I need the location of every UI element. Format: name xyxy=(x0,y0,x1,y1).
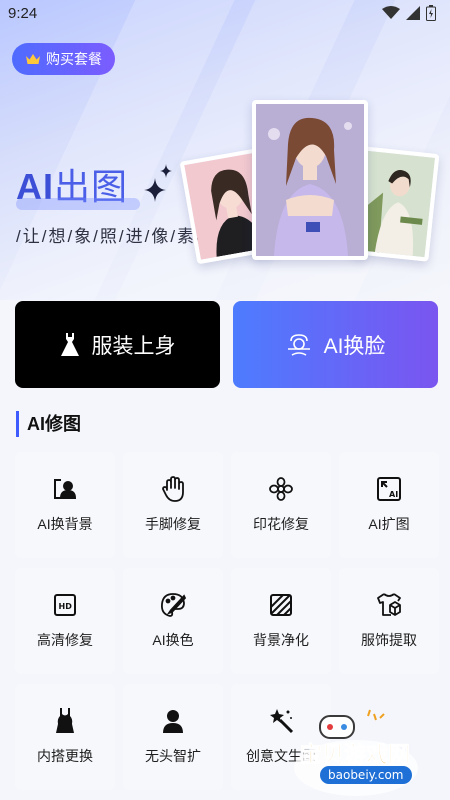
ai-faceswap-label: AI换脸 xyxy=(323,334,386,358)
watermark-title: 宝贝游戏网 xyxy=(300,742,410,768)
battery-icon xyxy=(426,5,436,21)
tool-ai-background[interactable]: AI换背景 xyxy=(15,452,115,558)
tool-label: AI扩图 xyxy=(368,516,410,532)
hand-icon xyxy=(160,476,186,502)
crown-icon xyxy=(26,54,40,64)
tool-print-repair[interactable]: 印花修复 xyxy=(231,452,331,558)
hero-title-underline xyxy=(16,198,140,210)
status-time: 9:24 xyxy=(8,4,38,22)
wifi-icon xyxy=(382,6,400,19)
svg-text:HD: HD xyxy=(59,602,73,611)
face-scan-icon xyxy=(287,333,310,356)
tool-ai-expand[interactable]: AI AI扩图 xyxy=(339,452,439,558)
palette-brush-icon xyxy=(160,592,186,618)
tool-label: 高清修复 xyxy=(37,632,93,648)
person-icon xyxy=(160,708,186,734)
buy-package-label: 购买套餐 xyxy=(46,51,102,67)
buy-package-button[interactable]: 购买套餐 xyxy=(12,43,115,75)
tool-ai-recolor[interactable]: AI换色 xyxy=(123,568,223,674)
tool-garment-extract[interactable]: 服饰提取 xyxy=(339,568,439,674)
signal-icon xyxy=(406,6,420,20)
tool-innerwear-swap[interactable]: 内搭更换 xyxy=(15,684,115,790)
hd-icon: HD xyxy=(52,592,78,618)
expand-ai-icon: AI xyxy=(376,476,402,502)
sparkle-small-icon xyxy=(160,164,172,178)
tool-label: 服饰提取 xyxy=(361,632,417,648)
tool-label: AI换背景 xyxy=(37,516,93,532)
status-bar: 9:24 xyxy=(0,0,450,26)
status-icons xyxy=(382,5,436,21)
hero-photo-center xyxy=(252,100,368,260)
outfit-tryon-label: 服装上身 xyxy=(91,334,176,358)
tool-label: 内搭更换 xyxy=(37,748,93,764)
camisole-icon xyxy=(52,708,78,734)
tool-hand-foot-repair[interactable]: 手脚修复 xyxy=(123,452,223,558)
hero-subtitle: /让/想/象/照/进/像/素/ xyxy=(16,227,203,246)
tool-label: 印花修复 xyxy=(253,516,309,532)
section-title-ai-retouch: AI修图 xyxy=(16,411,81,437)
tool-label: 手脚修复 xyxy=(145,516,201,532)
tool-label: AI换色 xyxy=(152,632,194,648)
tool-headless-expand[interactable]: 无头智扩 xyxy=(123,684,223,790)
svg-text:AI: AI xyxy=(389,490,398,499)
tool-label: 无头智扩 xyxy=(145,748,201,764)
tool-background-clean[interactable]: 背景净化 xyxy=(231,568,331,674)
ai-faceswap-button[interactable]: AI换脸 xyxy=(233,301,438,388)
tool-hd-repair[interactable]: HD 高清修复 xyxy=(15,568,115,674)
tool-label: 背景净化 xyxy=(253,632,309,648)
outfit-tryon-button[interactable]: 服装上身 xyxy=(15,301,220,388)
shirt-box-icon xyxy=(376,592,402,618)
watermark-url: baobeiy.com xyxy=(328,768,403,782)
portrait-background-icon xyxy=(52,476,78,502)
flower-icon xyxy=(268,476,294,502)
watermark-logo: 宝贝游戏网 baobeiy.com xyxy=(278,708,448,800)
sparkle-icon xyxy=(144,178,166,202)
dress-icon xyxy=(60,332,79,356)
stripes-square-icon xyxy=(268,592,294,618)
